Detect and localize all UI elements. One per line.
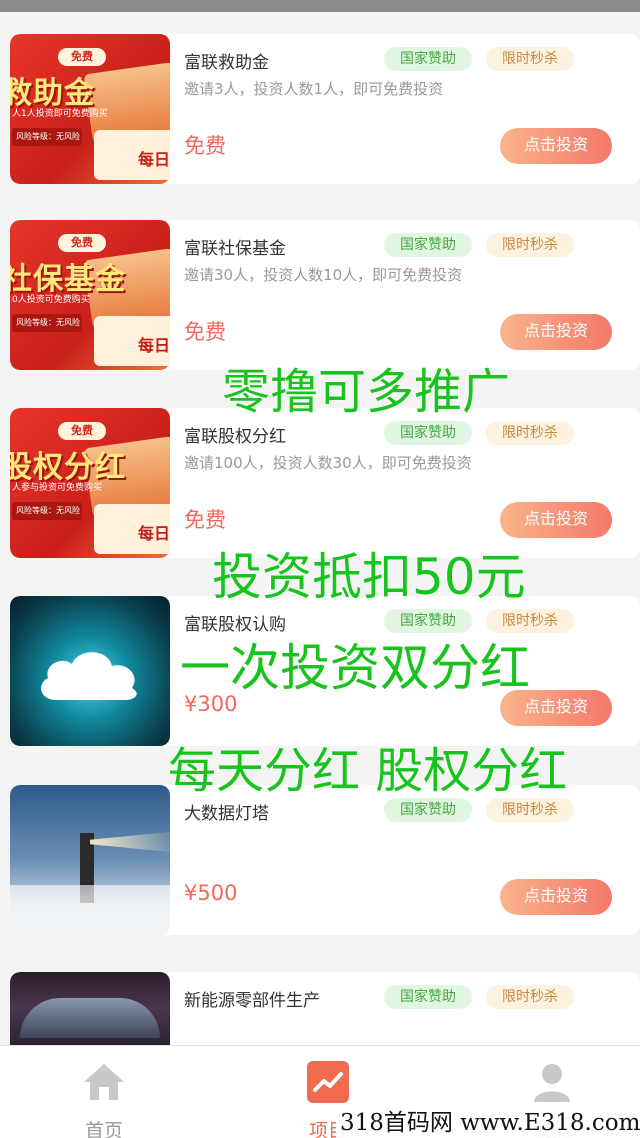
product-title: 富联股权分红 bbox=[184, 427, 286, 447]
site-watermark: 318首码网 www.E318.com bbox=[336, 1108, 640, 1138]
product-price: 免费 bbox=[184, 320, 226, 344]
product-card[interactable]: 免费 救助金 人1人投资即可免费购买 风险等级：无风险 每日 富联救助金 国家赞… bbox=[10, 34, 640, 184]
risk-label: 风险等级：无风险 bbox=[12, 502, 82, 520]
product-card[interactable]: 免费 股权分红 人参与投资可免费购买 风险等级：无风险 每日 富联股权分红 国家… bbox=[10, 408, 640, 558]
daily-panel: 每日 bbox=[94, 504, 170, 554]
flash-sale-tag: 限时秒杀 bbox=[486, 798, 574, 822]
status-bar bbox=[0, 0, 640, 12]
flash-sale-tag: 限时秒杀 bbox=[486, 985, 574, 1009]
product-price: ¥500 bbox=[184, 881, 238, 905]
invest-button[interactable]: 点击投资 bbox=[500, 314, 612, 350]
flash-sale-tag: 限时秒杀 bbox=[486, 233, 574, 257]
gov-sponsor-tag: 国家赞助 bbox=[384, 985, 472, 1009]
tab-home[interactable]: 首页 bbox=[34, 1046, 174, 1138]
product-thumbnail bbox=[10, 596, 170, 746]
product-title: 大数据灯塔 bbox=[184, 804, 269, 824]
invest-button[interactable]: 点击投资 bbox=[500, 128, 612, 164]
daily-text: 每日 bbox=[137, 524, 170, 543]
overlay-text-3: 一次投资双分红 bbox=[180, 639, 530, 697]
product-card[interactable]: 大数据灯塔 国家赞助 限时秒杀 ¥500 点击投资 bbox=[10, 785, 640, 935]
overlay-text-2: 投资抵扣50元 bbox=[212, 548, 526, 606]
flash-sale-tag: 限时秒杀 bbox=[486, 47, 574, 71]
cloud-layer bbox=[10, 885, 170, 935]
daily-text: 每日 bbox=[137, 336, 170, 355]
product-description: 邀请100人，投资人数30人，即可免费投资 bbox=[184, 454, 472, 472]
home-icon bbox=[84, 1064, 124, 1100]
product-description: 邀请3人，投资人数1人，即可免费投资 bbox=[184, 80, 444, 98]
chart-icon bbox=[307, 1061, 349, 1103]
product-price: 免费 bbox=[184, 134, 226, 158]
gov-sponsor-tag: 国家赞助 bbox=[384, 798, 472, 822]
flash-sale-tag: 限时秒杀 bbox=[486, 421, 574, 445]
thumb-subtitle: 人参与投资可免费购买 bbox=[12, 483, 103, 493]
product-description: 邀请30人，投资人数10人，即可免费投资 bbox=[184, 266, 463, 284]
risk-label: 风险等级：无风险 bbox=[12, 314, 82, 332]
gov-sponsor-tag: 国家赞助 bbox=[384, 47, 472, 71]
daily-panel: 每日 bbox=[94, 130, 170, 180]
user-icon bbox=[534, 1064, 570, 1102]
invest-button[interactable]: 点击投资 bbox=[500, 502, 612, 538]
product-price: 免费 bbox=[184, 508, 226, 532]
thumb-subtitle: 人1人投资即可免费购买 bbox=[12, 109, 108, 119]
overlay-text-1: 零撸可多推广 bbox=[222, 364, 511, 420]
product-thumbnail: 免费 救助金 人1人投资即可免费购买 风险等级：无风险 每日 bbox=[10, 34, 170, 184]
light-beam bbox=[90, 831, 170, 853]
product-title: 富联社保基金 bbox=[184, 239, 286, 259]
free-pill: 免费 bbox=[58, 234, 106, 252]
overlay-text-4: 每天分红 股权分红 bbox=[168, 743, 568, 799]
free-pill: 免费 bbox=[58, 48, 106, 66]
invest-button[interactable]: 点击投资 bbox=[500, 879, 612, 915]
daily-panel: 每日 bbox=[94, 316, 170, 366]
product-card[interactable]: 免费 社保基金 0人投资可免费购买 风险等级：无风险 每日 富联社保基金 国家赞… bbox=[10, 220, 640, 370]
tab-label: 首页 bbox=[84, 1120, 123, 1138]
risk-label: 风险等级：无风险 bbox=[12, 128, 82, 146]
gov-sponsor-tag: 国家赞助 bbox=[384, 233, 472, 257]
thumb-subtitle: 0人投资可免费购买 bbox=[12, 295, 90, 305]
product-thumbnail: 免费 社保基金 0人投资可免费购买 风险等级：无风险 每日 bbox=[10, 220, 170, 370]
product-title: 新能源零部件生产 bbox=[184, 991, 320, 1011]
cloud-icon bbox=[41, 652, 137, 700]
car-icon bbox=[20, 998, 160, 1038]
free-pill: 免费 bbox=[58, 422, 106, 440]
daily-text: 每日 bbox=[137, 150, 170, 169]
product-title: 富联救助金 bbox=[184, 53, 269, 73]
product-thumbnail: 免费 股权分红 人参与投资可免费购买 风险等级：无风险 每日 bbox=[10, 408, 170, 558]
product-thumbnail bbox=[10, 785, 170, 935]
gov-sponsor-tag: 国家赞助 bbox=[384, 421, 472, 445]
